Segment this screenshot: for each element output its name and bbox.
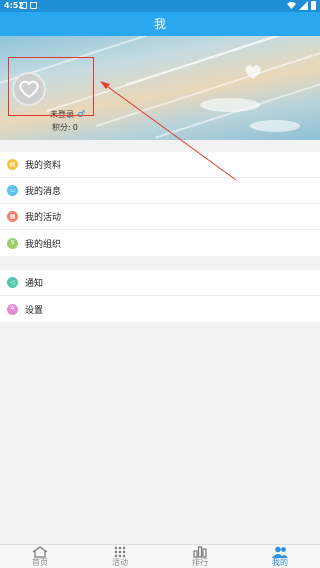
bottom-navigation: 首页 活动 排行 我的 <box>0 544 320 568</box>
menu-item-notifications[interactable]: ◁ 通知 <box>0 270 320 296</box>
ranking-icon <box>193 546 207 558</box>
page-title: 我 <box>153 17 166 31</box>
wifi-icon <box>287 1 296 10</box>
signal-icon <box>299 1 308 10</box>
users-icon <box>272 546 288 558</box>
gender-male-icon: ♂ <box>77 109 86 120</box>
notification-icons <box>20 2 37 9</box>
menu-item-my-messages[interactable]: ▭ 我的消息 <box>0 178 320 204</box>
tab-label: 我的 <box>272 558 288 567</box>
avatar[interactable] <box>12 72 46 106</box>
home-icon <box>32 546 48 558</box>
username[interactable]: 未登录 <box>50 109 74 120</box>
tab-label: 活动 <box>112 558 128 567</box>
menu-group-system: ◁ 通知 ✲ 设置 <box>0 270 320 322</box>
menu-item-settings[interactable]: ✲ 设置 <box>0 296 320 322</box>
activity-icon: ▦ <box>7 211 18 222</box>
settings-icon: ✲ <box>7 303 18 315</box>
tab-mine[interactable]: 我的 <box>240 545 320 568</box>
battery-icon <box>311 1 316 10</box>
tab-label: 排行 <box>192 558 208 567</box>
title-bar: 我 <box>0 12 320 36</box>
profile-header <box>0 36 320 140</box>
system-icons <box>287 1 316 10</box>
menu-item-label: 我的消息 <box>25 187 62 197</box>
grid-icon <box>114 546 126 558</box>
menu-item-my-organization[interactable]: ↯ 我的组织 <box>0 230 320 256</box>
menu-item-label: 我的活动 <box>25 213 62 223</box>
profile-icon: ▤ <box>7 159 18 170</box>
app-notification-icon <box>30 2 37 9</box>
points-label: 积分: <box>52 123 71 132</box>
sky-streak <box>95 50 320 128</box>
cloud <box>250 120 300 132</box>
message-icon: ▭ <box>7 185 18 196</box>
organization-icon: ↯ <box>7 237 18 249</box>
tab-ranking[interactable]: 排行 <box>160 545 240 568</box>
login-status-row[interactable]: 未登录 ♂ <box>50 109 85 120</box>
heart-logo-icon <box>19 80 39 98</box>
menu-item-label: 我的资料 <box>25 161 62 171</box>
tab-home[interactable]: 首页 <box>0 545 80 568</box>
status-bar: 4:52 <box>0 0 320 12</box>
cloud <box>200 98 260 112</box>
notification-icon: ◁ <box>7 277 18 288</box>
heart-cloud-icon <box>245 65 261 80</box>
menu-item-label: 设置 <box>25 305 44 316</box>
menu-group-personal: ▤ 我的资料 ▭ 我的消息 ▦ 我的活动 ↯ 我的组织 <box>0 152 320 256</box>
points-row: 积分: 0 <box>50 122 78 133</box>
menu-item-label: 我的组织 <box>25 239 62 250</box>
app-notification-icon <box>20 2 27 9</box>
tab-activities[interactable]: 活动 <box>80 545 160 568</box>
points-value: 0 <box>72 123 78 132</box>
tab-label: 首页 <box>32 558 48 567</box>
menu-item-my-activities[interactable]: ▦ 我的活动 <box>0 204 320 230</box>
menu-item-my-profile[interactable]: ▤ 我的资料 <box>0 152 320 178</box>
app-screen: 4:52 我 未登录 ♂ 积分: 0 ▤ 我的资料 ▭ 我的消息 ▦ 我的活动 … <box>0 0 320 568</box>
menu-item-label: 通知 <box>25 279 44 289</box>
